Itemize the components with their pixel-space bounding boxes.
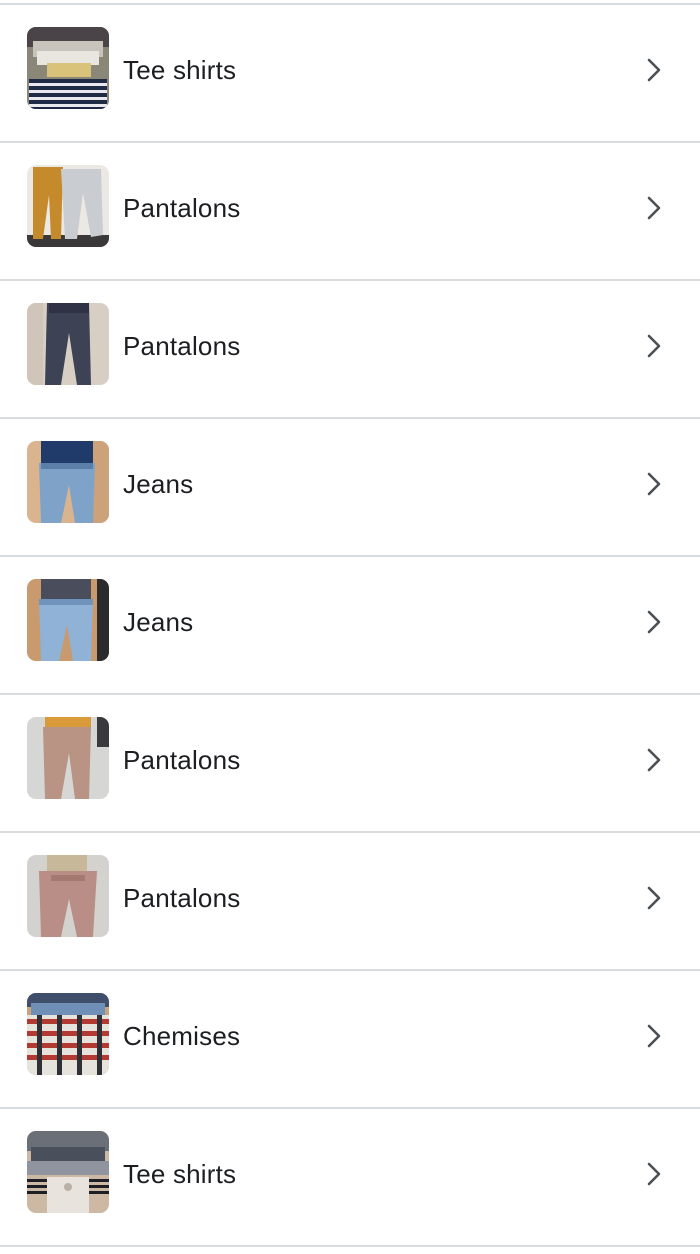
list-item-label: Pantalons: [123, 883, 241, 913]
list-item-chemises[interactable]: Chemises: [0, 971, 700, 1109]
list-item-pantalons[interactable]: Pantalons: [0, 833, 700, 971]
chevron-right-icon: [644, 1021, 664, 1051]
chevron-right-icon: [644, 607, 664, 637]
chevron-right-icon: [644, 469, 664, 499]
list-item-pantalons[interactable]: Pantalons: [0, 143, 700, 281]
thumbnail-tee-shirts-image: [27, 27, 109, 109]
list-item-tee-shirts[interactable]: Tee shirts: [0, 1109, 700, 1247]
chevron-right-icon: [644, 55, 664, 85]
thumbnail-pants-image: [27, 855, 109, 937]
chevron-right-icon: [644, 745, 664, 775]
chevron-right-icon: [644, 883, 664, 913]
list-item-jeans[interactable]: Jeans: [0, 557, 700, 695]
category-list: Tee shirts Pantalons Pantalons Jeans Jea…: [0, 0, 700, 1247]
thumbnail-jeans-image: [27, 441, 109, 523]
thumbnail-pants-image: [27, 165, 109, 247]
list-item-label: Pantalons: [123, 331, 241, 361]
chevron-right-icon: [644, 1159, 664, 1189]
list-item-label: Pantalons: [123, 745, 241, 775]
thumbnail-pants-image: [27, 717, 109, 799]
list-item-label: Jeans: [123, 607, 194, 637]
list-item-label: Pantalons: [123, 193, 241, 223]
thumbnail-shirts-image: [27, 993, 109, 1075]
thumbnail-pants-image: [27, 303, 109, 385]
list-item-tee-shirts[interactable]: Tee shirts: [0, 5, 700, 143]
list-item-label: Chemises: [123, 1021, 241, 1051]
list-item-pantalons[interactable]: Pantalons: [0, 281, 700, 419]
list-item-label: Jeans: [123, 469, 194, 499]
list-item-pantalons[interactable]: Pantalons: [0, 695, 700, 833]
chevron-right-icon: [644, 193, 664, 223]
thumbnail-tee-shirts-image: [27, 1131, 109, 1213]
list-item-label: Tee shirts: [123, 55, 237, 85]
list-item-label: Tee shirts: [123, 1159, 237, 1189]
list-item-jeans[interactable]: Jeans: [0, 419, 700, 557]
chevron-right-icon: [644, 331, 664, 361]
thumbnail-jeans-image: [27, 579, 109, 661]
